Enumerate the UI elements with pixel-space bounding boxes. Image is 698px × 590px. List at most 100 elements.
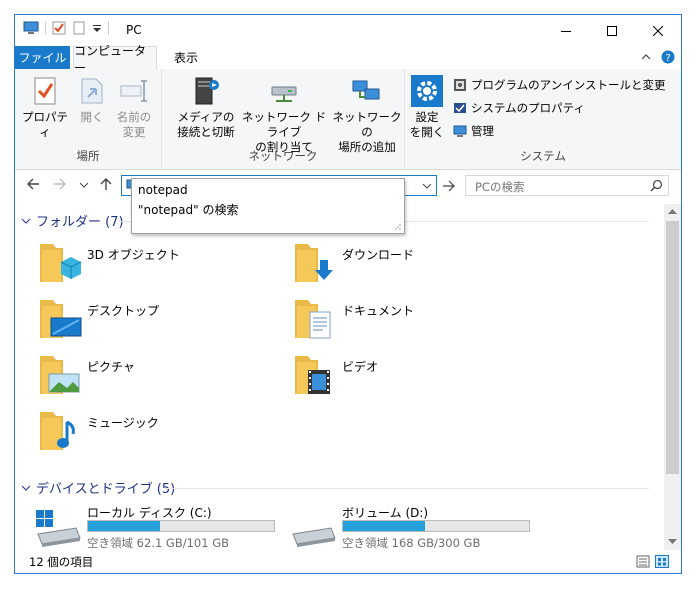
properties-label: プロパティ: [22, 110, 68, 139]
manage-button[interactable]: 管理: [453, 123, 494, 139]
rename-button[interactable]: 名前の 変更: [112, 75, 156, 140]
quick-access-dropdown-icon[interactable]: [92, 21, 102, 35]
scroll-up-arrow-icon[interactable]: [668, 208, 677, 215]
recent-locations-chevron-icon[interactable]: [79, 181, 89, 189]
rename-label-2: 変更: [122, 125, 146, 139]
file-list: フォルダー (7) 3D オブジェクト ダウンロード デスクトップ ドキュメント…: [15, 204, 663, 550]
search-icon[interactable]: [650, 179, 663, 192]
group-system: 設定 を開く プログラムのアンインストールと変更 システムのプロパティ 管理 シ…: [405, 69, 681, 169]
devices-section-header[interactable]: デバイスとドライブ (5): [21, 478, 175, 497]
back-arrow-icon[interactable]: [26, 177, 40, 191]
folder-downloads-icon: [295, 244, 333, 282]
open-settings-button[interactable]: 設定 を開く: [409, 75, 445, 140]
uninstall-icon: [454, 79, 466, 91]
new-folder-quick-icon[interactable]: [72, 21, 86, 35]
go-arrow-icon[interactable]: [442, 179, 456, 193]
close-button[interactable]: [635, 15, 681, 46]
open-icon: [81, 78, 103, 104]
folder-music[interactable]: ミュージック: [37, 408, 159, 454]
media-label-2: 接続と切断: [177, 125, 235, 139]
autocomplete-suggestion[interactable]: notepad: [138, 183, 188, 197]
sysprops-label: システムのプロパティ: [471, 101, 585, 115]
pc-icon[interactable]: [23, 21, 39, 35]
scrollbar-thumb[interactable]: [666, 221, 679, 474]
folder-videos-icon: [295, 356, 330, 394]
properties-quick-icon[interactable]: [52, 21, 66, 35]
drive-d-info: 空き領域 168 GB/300 GB: [342, 536, 481, 550]
folder-3d-objects-label: 3D オブジェクト: [87, 248, 180, 262]
devices-divider: [165, 488, 649, 489]
folders-section-header[interactable]: フォルダー (7): [21, 211, 124, 230]
minimize-icon: [561, 30, 571, 32]
group-location-label: 場所: [76, 149, 100, 163]
search-box[interactable]: [465, 175, 669, 196]
properties-button[interactable]: プロパティ: [21, 75, 69, 140]
folder-videos[interactable]: ビデオ: [292, 352, 378, 398]
svg-text:?: ?: [665, 53, 670, 64]
autocomplete-search-suggestion[interactable]: "notepad" の検索: [138, 201, 238, 218]
folder-documents-label: ドキュメント: [342, 304, 415, 318]
collapse-ribbon-icon[interactable]: [641, 53, 651, 61]
vertical-scrollbar[interactable]: [664, 204, 681, 550]
folder-desktop-label: デスクトップ: [87, 304, 160, 318]
folder-3d-objects[interactable]: 3D オブジェクト: [37, 240, 180, 286]
maximize-button[interactable]: [589, 15, 635, 46]
details-view-icon[interactable]: [636, 555, 650, 568]
folder-downloads[interactable]: ダウンロード: [292, 240, 414, 286]
forward-arrow-icon[interactable]: [53, 177, 67, 191]
up-arrow-icon[interactable]: [99, 177, 113, 191]
address-dropdown-chevron-icon[interactable]: [422, 182, 432, 190]
explorer-window: PC ファイル コンピューター 表示 ? プロパティ 開く 名前の 変更 場所 …: [14, 14, 682, 574]
group-system-label: システム: [520, 149, 566, 163]
netloc-label-1: ネットワークの: [332, 110, 402, 139]
open-button[interactable]: 開く: [75, 75, 109, 125]
folder-3d-objects-icon: [40, 244, 82, 282]
computer-manage-icon: [453, 125, 467, 137]
open-label: 開く: [80, 110, 104, 124]
network-location-icon: [352, 80, 380, 100]
drive-c[interactable]: ローカル ディスク (C:) 空き領域 62.1 GB/101 GB: [32, 504, 282, 550]
uninstall-program-button[interactable]: プログラムのアンインストールと変更: [453, 77, 665, 93]
settings-label-1: 設定: [415, 110, 439, 124]
large-icons-view-icon[interactable]: [655, 555, 669, 568]
folder-videos-label: ビデオ: [342, 360, 379, 374]
ribbon: プロパティ 開く 名前の 変更 場所 メディアの 接続と切断 ネットワーク ドラ…: [15, 69, 681, 170]
folder-pictures[interactable]: ピクチャ: [37, 352, 135, 398]
drive-c-usage-bar: [87, 520, 275, 532]
tab-file[interactable]: ファイル: [15, 46, 70, 69]
drive-c-info: 空き領域 62.1 GB/101 GB: [87, 536, 229, 550]
folder-desktop[interactable]: デスクトップ: [37, 296, 159, 342]
minimize-button[interactable]: [543, 15, 589, 46]
drive-d-name: ボリューム (D:): [342, 506, 429, 520]
rename-label-1: 名前の: [116, 110, 152, 124]
group-location: プロパティ 開く 名前の 変更 場所: [15, 69, 162, 169]
media-label-1: メディアの: [177, 110, 235, 124]
system-properties-button[interactable]: システムのプロパティ: [453, 100, 585, 116]
drive-d[interactable]: ボリューム (D:) 空き領域 168 GB/300 GB: [287, 504, 537, 550]
item-count: 12 個の項目: [29, 555, 94, 569]
search-input[interactable]: [473, 177, 647, 196]
devices-heading: デバイスとドライブ (5): [36, 482, 176, 497]
add-network-location-button[interactable]: ネットワークの 場所の追加: [332, 75, 402, 155]
network-drive-icon: [271, 86, 297, 102]
media-connect-button[interactable]: メディアの 接続と切断: [168, 75, 244, 140]
map-network-drive-button[interactable]: ネットワーク ドライブ の割り当て: [238, 75, 330, 155]
system-properties-icon: [454, 103, 466, 113]
folder-pictures-icon: [40, 356, 80, 394]
gear-icon: [411, 75, 443, 107]
help-icon[interactable]: ?: [661, 50, 675, 64]
local-disk-icon: [36, 510, 81, 547]
folder-music-label: ミュージック: [87, 416, 159, 430]
settings-label-2: を開く: [409, 125, 445, 139]
drive-label-1: ネットワーク ドライブ: [241, 110, 327, 139]
maximize-icon: [607, 25, 617, 36]
folder-documents[interactable]: ドキュメント: [292, 296, 414, 342]
folder-desktop-icon: [40, 300, 82, 338]
scroll-down-arrow-icon[interactable]: [668, 538, 677, 545]
resize-grip-icon[interactable]: [393, 222, 401, 230]
folder-music-icon: [40, 412, 75, 450]
drive-d-usage-bar: [342, 520, 530, 532]
tab-view[interactable]: 表示: [165, 46, 207, 69]
tab-computer[interactable]: コンピューター: [73, 44, 157, 75]
media-server-icon: [195, 77, 219, 105]
